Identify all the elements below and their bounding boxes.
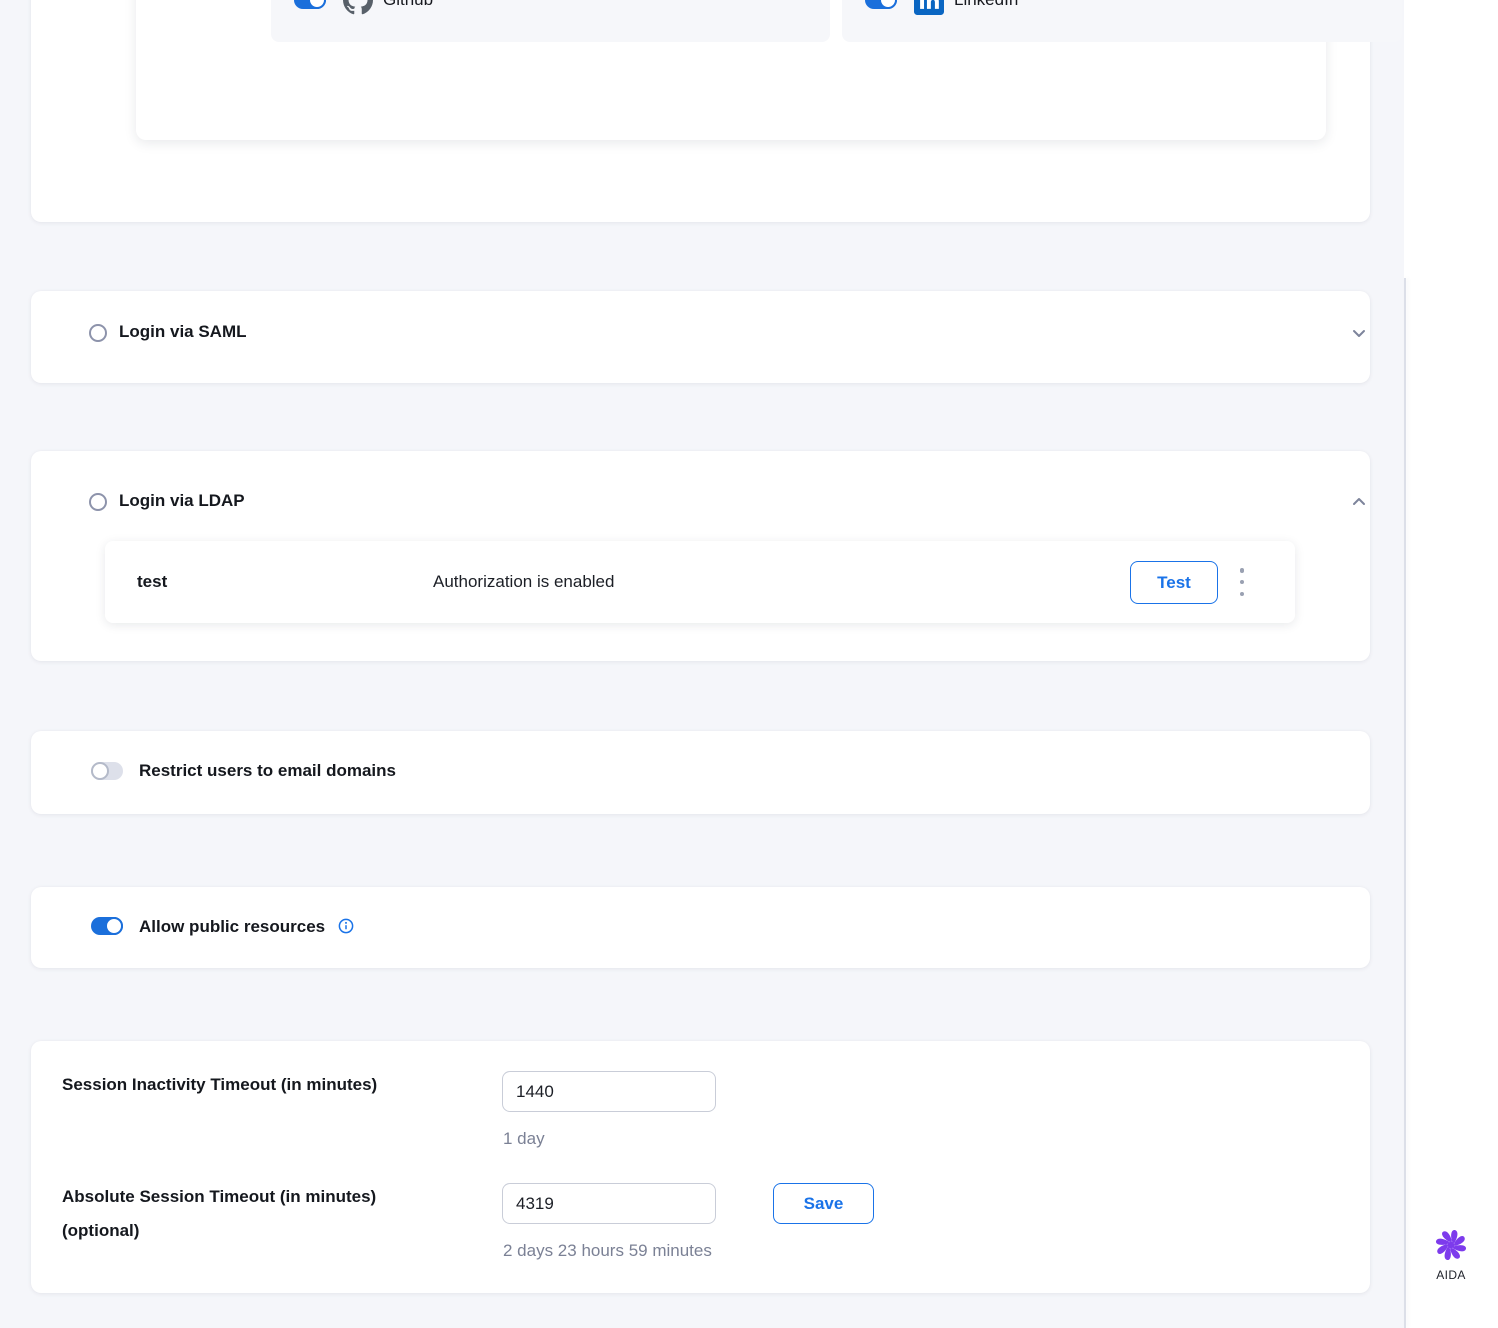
- provider-label: LinkedIn: [954, 0, 1018, 10]
- inactivity-timeout-hint: 1 day: [503, 1129, 545, 1149]
- absolute-timeout-label: Absolute Session Timeout (in minutes) (o…: [62, 1180, 472, 1248]
- public-resources-text: Allow public resources: [139, 917, 325, 936]
- ldap-radio[interactable]: [89, 493, 107, 511]
- test-button[interactable]: Test: [1130, 561, 1218, 604]
- public-resources-label: Allow public resources: [139, 916, 354, 937]
- absolute-timeout-label-line2: (optional): [62, 1214, 472, 1248]
- inactivity-timeout-input[interactable]: [502, 1071, 716, 1112]
- absolute-timeout-label-line1: Absolute Session Timeout (in minutes): [62, 1180, 472, 1214]
- github-icon: [343, 0, 373, 15]
- provider-label: Github: [383, 0, 433, 10]
- aida-button[interactable]: AIDA: [1404, 1228, 1498, 1282]
- ldap-entry-row: test Authorization is enabled Test: [105, 541, 1295, 623]
- chevron-down-icon[interactable]: [1349, 323, 1369, 343]
- absolute-timeout-hint: 2 days 23 hours 59 minutes: [503, 1241, 712, 1261]
- save-button[interactable]: Save: [773, 1183, 874, 1224]
- chevron-up-icon[interactable]: [1349, 492, 1369, 512]
- linkedin-toggle[interactable]: [865, 0, 897, 9]
- ldap-entry-name: test: [137, 572, 167, 592]
- session-timeout-card: Session Inactivity Timeout (in minutes) …: [31, 1041, 1370, 1293]
- public-resources-toggle[interactable]: [91, 917, 123, 935]
- aida-label: AIDA: [1404, 1268, 1498, 1282]
- ldap-title: Login via LDAP: [119, 491, 245, 511]
- login-modules-card: Bitbucket Google: [31, 0, 1370, 222]
- restrict-domains-card: Restrict users to email domains: [31, 731, 1370, 814]
- kebab-menu-icon[interactable]: [1235, 568, 1249, 596]
- public-resources-card: Allow public resources: [31, 887, 1370, 968]
- provider-tile-linkedin: LinkedIn: [842, 0, 1402, 42]
- right-sidebar: [1404, 0, 1498, 1328]
- aida-logo-icon: [1434, 1228, 1468, 1262]
- saml-title: Login via SAML: [119, 322, 247, 342]
- linkedin-icon: [914, 0, 944, 15]
- inactivity-timeout-label: Session Inactivity Timeout (in minutes): [62, 1068, 377, 1102]
- sidebar-divider: [1404, 278, 1406, 1328]
- auth-settings-page: Bitbucket Google: [0, 0, 1498, 1328]
- ldap-entry-status: Authorization is enabled: [433, 572, 614, 592]
- absolute-timeout-input[interactable]: [502, 1183, 716, 1224]
- restrict-domains-label: Restrict users to email domains: [139, 761, 396, 781]
- saml-radio[interactable]: [89, 324, 107, 342]
- provider-tile-github: Github: [271, 0, 830, 42]
- providers-panel: Bitbucket Google: [136, 0, 1326, 140]
- github-toggle[interactable]: [294, 0, 326, 9]
- info-icon[interactable]: [333, 919, 354, 938]
- restrict-domains-toggle[interactable]: [91, 762, 123, 780]
- login-via-saml-card: Login via SAML: [31, 291, 1370, 383]
